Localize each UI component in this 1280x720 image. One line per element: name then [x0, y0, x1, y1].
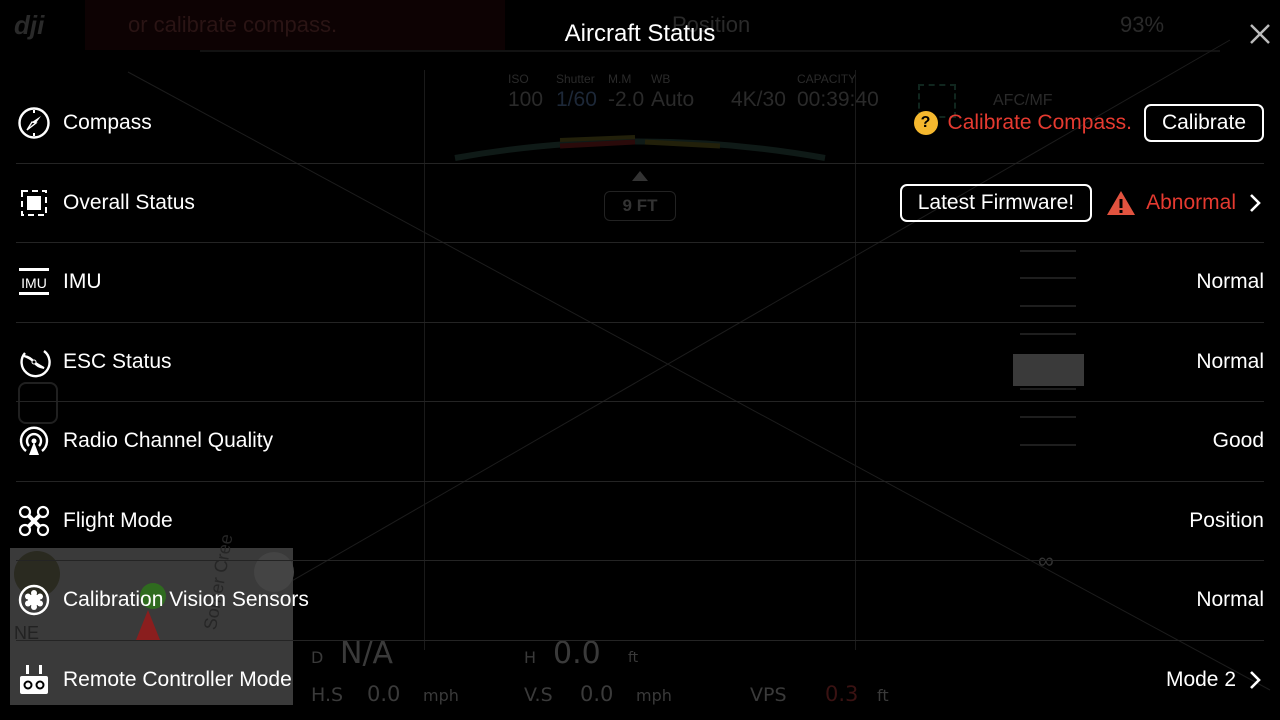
row-label: Overall Status: [63, 190, 195, 214]
calibrate-button[interactable]: Calibrate: [1143, 104, 1264, 143]
vision-sensor-icon: [16, 582, 52, 618]
remote-controller-mode-value: Mode 2: [1165, 667, 1236, 691]
row-label: Flight Mode: [63, 508, 173, 532]
close-button[interactable]: [1244, 18, 1276, 50]
close-icon: [1250, 24, 1270, 44]
row-flight-mode: Flight Mode Position: [16, 482, 1264, 561]
row-overall-status[interactable]: Overall Status Latest Firmware! Abnormal: [16, 164, 1264, 243]
svg-text:IMU: IMU: [21, 275, 47, 291]
row-imu: IMU IMU Normal: [16, 243, 1264, 323]
row-remote-controller-mode[interactable]: Remote Controller Mode Mode 2: [16, 641, 1264, 720]
row-label: Radio Channel Quality: [63, 429, 274, 453]
imu-icon: IMU: [16, 264, 52, 300]
row-calibration-vision-sensors[interactable]: Calibration Vision Sensors Normal: [16, 561, 1264, 641]
overall-status-icon: [16, 185, 52, 221]
row-label: Remote Controller Mode: [63, 667, 292, 691]
row-esc-status: ESC Status Normal: [16, 323, 1264, 402]
esc-propeller-icon: [16, 344, 52, 380]
row-label: Calibration Vision Sensors: [63, 588, 309, 612]
compass-icon: [16, 105, 52, 141]
dialog-title: Aircraft Status: [564, 20, 716, 47]
chevron-right-icon[interactable]: [1246, 192, 1264, 214]
row-compass: Compass ? Calibrate Compass. Calibrate: [16, 84, 1264, 164]
radio-antenna-icon: [16, 423, 52, 459]
latest-firmware-button[interactable]: Latest Firmware!: [899, 183, 1093, 222]
compass-warning-text: Calibrate Compass.: [947, 111, 1132, 135]
esc-value: Normal: [1196, 349, 1264, 373]
row-label: Compass: [63, 111, 152, 135]
overall-status-value: Abnormal: [1146, 190, 1236, 214]
status-list: Compass ? Calibrate Compass. Calibrate O…: [16, 84, 1264, 719]
row-label: ESC Status: [63, 349, 172, 373]
row-label: IMU: [63, 270, 102, 294]
flight-mode-value: Position: [1189, 508, 1264, 532]
chevron-right-icon[interactable]: [1246, 669, 1264, 691]
radio-value: Good: [1212, 429, 1264, 453]
vision-sensors-value: Normal: [1196, 588, 1264, 612]
question-icon[interactable]: ?: [913, 111, 938, 136]
imu-value: Normal: [1196, 270, 1264, 294]
drone-icon: [16, 503, 52, 539]
warning-triangle-icon: [1107, 190, 1136, 215]
remote-controller-icon: [16, 662, 52, 698]
row-radio-channel-quality: Radio Channel Quality Good: [16, 402, 1264, 482]
